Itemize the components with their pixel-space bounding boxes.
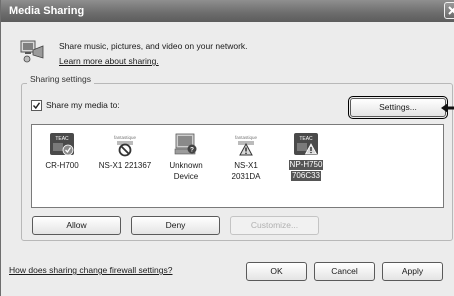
svg-text:fantastique: fantastique (114, 135, 137, 140)
warning-device-icon: fantastique (233, 132, 259, 158)
svg-text:?: ? (190, 147, 194, 154)
learn-more-link[interactable]: Learn more about sharing. (59, 56, 159, 66)
callout-arrow-icon (441, 103, 454, 113)
device-item[interactable]: TEAC CR-H700 (32, 132, 92, 171)
svg-text:TEAC: TEAC (299, 136, 313, 142)
customize-button[interactable]: Customize... (230, 216, 319, 235)
close-button[interactable] (444, 2, 454, 19)
device-list[interactable]: TEAC CR-H700 fantastique NS-X1 221367 ? … (31, 124, 444, 208)
device-label: NP-H750 (288, 160, 324, 170)
share-media-checkbox[interactable] (31, 100, 42, 111)
header-description: Share music, pictures, and video on your… (59, 41, 248, 51)
title-bar: Media Sharing (1, 0, 454, 22)
device-label: NS-X1 221367 (98, 161, 152, 170)
ok-button[interactable]: OK (246, 262, 307, 281)
media-sharing-dialog: Media Sharing Share music, pictures, and… (0, 0, 454, 296)
apply-button[interactable]: Apply (382, 262, 443, 281)
settings-button[interactable]: Settings... (348, 96, 448, 119)
device-label-line2: 706C33 (290, 171, 322, 181)
deny-button[interactable]: Deny (131, 216, 220, 235)
window-title: Media Sharing (9, 5, 85, 17)
allow-button[interactable]: Allow (32, 216, 121, 235)
device-label-line2: Device (173, 172, 199, 181)
device-label: Unknown (169, 161, 203, 170)
device-label: CR-H700 (45, 161, 79, 170)
sharing-settings-label: Sharing settings (27, 74, 94, 84)
device-item-selected[interactable]: TEAC NP-H750 706C33 (276, 132, 336, 181)
device-item[interactable]: fantastique NS-X1 221367 (90, 132, 160, 171)
device-label-line2: 2031DA (231, 172, 261, 181)
unknown-device-icon: ? (173, 132, 199, 158)
cancel-button[interactable]: Cancel (314, 262, 375, 281)
media-sharing-icon (20, 40, 44, 63)
device-label: NS-X1 (234, 161, 258, 170)
firewall-help-link[interactable]: How does sharing change firewall setting… (9, 265, 172, 275)
device-item[interactable]: ? Unknown Device (156, 132, 216, 182)
teac-device-warning-icon: TEAC (293, 132, 319, 158)
svg-text:TEAC: TEAC (55, 136, 69, 142)
svg-text:fantastique: fantastique (235, 135, 258, 140)
denied-device-icon: fantastique (112, 132, 138, 158)
share-media-label[interactable]: Share my media to: (46, 100, 120, 110)
device-item[interactable]: fantastique NS-X1 2031DA (216, 132, 276, 182)
teac-device-allowed-icon: TEAC (49, 132, 75, 158)
checkmark-icon (32, 102, 41, 110)
close-icon (448, 6, 454, 15)
